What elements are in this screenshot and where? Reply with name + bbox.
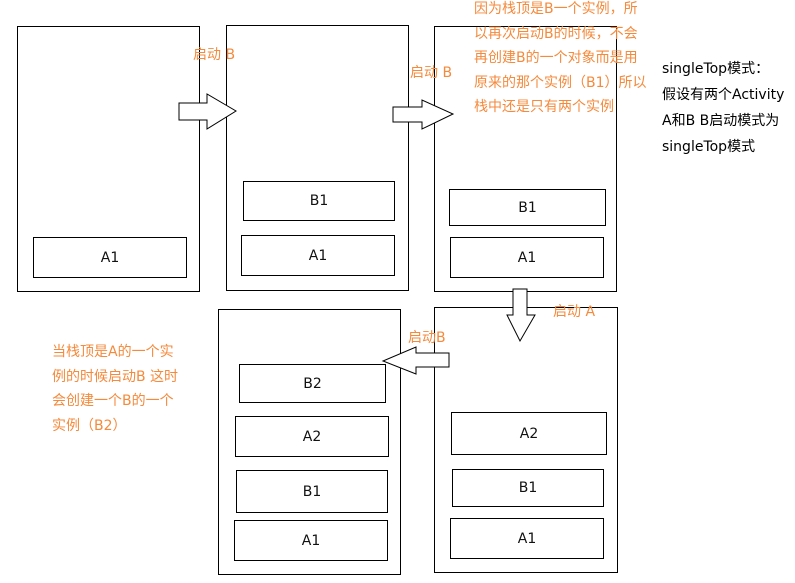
item-label: B1 bbox=[518, 480, 538, 496]
note-line: 假设有两个Activity bbox=[662, 87, 785, 103]
note-line: 因为栈顶是B一个实例，所 bbox=[474, 1, 638, 17]
transition-label: 启动 B bbox=[410, 65, 453, 81]
item-label: A1 bbox=[301, 532, 321, 549]
stack-item-a1: A1 bbox=[241, 235, 395, 276]
stack-1: A1 bbox=[17, 26, 200, 292]
note-line: 栈中还是只有两个实例 bbox=[474, 99, 614, 115]
reuse-note: 因为栈顶是B一个实例，所 以再次启动B的时候，不会 再创建B的一个对象而是用 原… bbox=[474, 0, 647, 120]
item-label: B1 bbox=[309, 193, 329, 209]
transition-label: 启动 A bbox=[553, 304, 596, 320]
stack-2: B1 A1 bbox=[226, 25, 409, 291]
item-label: B2 bbox=[303, 375, 322, 392]
transition-label: 启动 B bbox=[193, 47, 236, 63]
note-line: 原来的那个实例（B1）所以 bbox=[474, 74, 647, 91]
note-line: 例的时候启动B 这时 bbox=[52, 368, 179, 385]
stack-4: A2 B1 A1 bbox=[434, 307, 618, 573]
item-label: A1 bbox=[517, 249, 537, 266]
item-label: A1 bbox=[100, 249, 120, 266]
item-label: A2 bbox=[302, 428, 322, 445]
stack-item-b2: B2 bbox=[239, 364, 386, 403]
stack-5: B2 A2 B1 A1 bbox=[218, 309, 401, 575]
stack-item-a1: A1 bbox=[450, 518, 604, 559]
item-label: B1 bbox=[302, 483, 322, 500]
stack-item-b1: B1 bbox=[243, 181, 395, 221]
note-line: 以再次启动B的时候，不会 bbox=[474, 25, 638, 42]
note-line: singleTop模式： bbox=[662, 61, 770, 77]
item-label: A1 bbox=[308, 247, 328, 264]
item-label: B1 bbox=[518, 199, 537, 216]
stack-item-a1: A1 bbox=[450, 237, 604, 278]
stack-item-b1: B1 bbox=[452, 469, 604, 507]
note-line: A和B B启动模式为 bbox=[662, 113, 780, 129]
item-label: A1 bbox=[517, 530, 537, 547]
stack-item-a1: A1 bbox=[234, 520, 388, 561]
note-line: 再创建B的一个对象而是用 bbox=[474, 50, 638, 66]
note-line: 当栈顶是A的一个实 bbox=[52, 344, 174, 360]
note-line: 实例（B2） bbox=[52, 417, 127, 434]
stack-item-a1: A1 bbox=[33, 237, 187, 278]
note-line: 会创建一个B的一个 bbox=[52, 393, 174, 409]
stack-item-b1: B1 bbox=[236, 470, 388, 513]
stack-item-a2: A2 bbox=[235, 416, 389, 457]
single-top-description: singleTop模式： 假设有两个Activity A和B B启动模式为 si… bbox=[662, 56, 784, 160]
note-line: singleTop模式 bbox=[662, 139, 756, 155]
item-label: A2 bbox=[519, 425, 539, 442]
transition-label: 启动B bbox=[408, 330, 446, 346]
stack-item-b1: B1 bbox=[449, 189, 606, 226]
create-note: 当栈顶是A的一个实 例的时候启动B 这时 会创建一个B的一个 实例（B2） bbox=[52, 340, 178, 438]
stack-item-a2: A2 bbox=[451, 412, 607, 455]
